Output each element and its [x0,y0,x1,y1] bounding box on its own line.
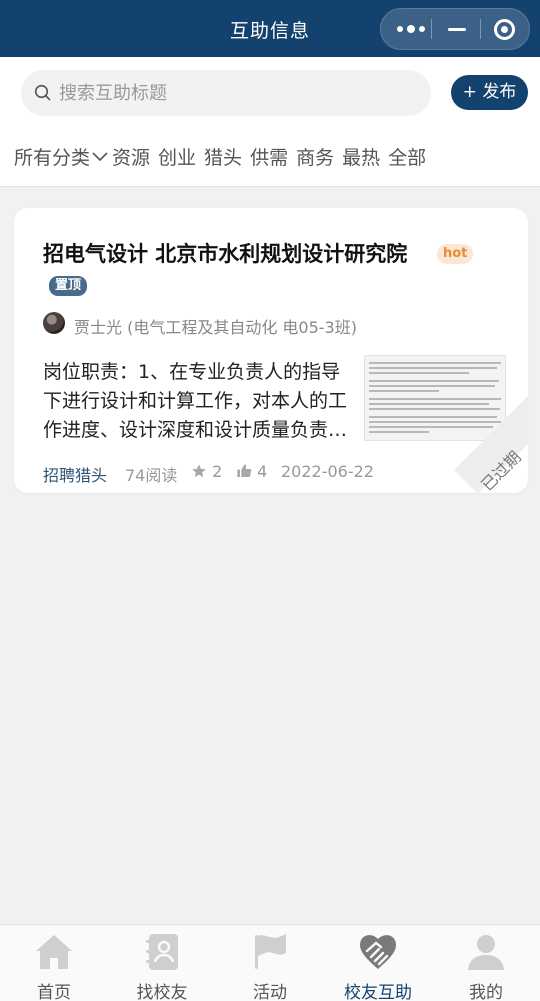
post-category[interactable]: 招聘猎头 [43,462,107,486]
tab-home[interactable]: 首页 [0,925,108,1001]
star-count: 2 [212,462,223,481]
tab-label: 首页 [37,983,71,1001]
post-description: 岗位职责：1、在专业负责人的指导下进行设计和计算工作，对本人的工作进度、设计深度… [43,358,359,442]
category-dropdown[interactable]: 所有分类 [14,143,108,170]
search-header: + 发布 所有分类资源创业猎头供需商务最热全部 [0,57,540,187]
tab-find-alumni[interactable]: 找校友 [108,925,216,1001]
avatar [43,312,65,334]
close-target-icon[interactable] [480,9,530,49]
home-icon [36,935,72,969]
post-card[interactable]: 招电气设计 北京市水利规划设计研究院 hot 置顶 贾士光 (电气工程及其自动化… [14,208,528,493]
flag-icon [255,934,286,969]
tab-me[interactable]: 我的 [432,925,540,1001]
tab-label: 校友互助 [344,983,412,1001]
category-tab[interactable]: 商务 [296,143,334,170]
chevron-down-icon [92,151,108,161]
search-icon [34,84,51,101]
category-tab[interactable]: 猎头 [204,143,242,170]
author-name: 贾士光 (电气工程及其自动化 电05-3班) [74,318,357,337]
bottom-tab-bar: 首页 找校友 活动 校友互助 我的 [0,924,540,1001]
category-tab[interactable]: 创业 [158,143,196,170]
tab-activities[interactable]: 活动 [216,925,324,1001]
category-dropdown-label: 所有分类 [14,147,91,169]
like-count-wrap: 4 [236,462,267,481]
read-count: 74阅读 [125,466,178,485]
title-bar: 互助信息 [0,0,540,57]
category-tab[interactable]: 供需 [250,143,288,170]
search-bar[interactable] [21,70,431,116]
category-filter: 所有分类 资源 创业 猎头 供需 商务 最热 全部 [14,143,434,173]
search-input[interactable] [59,70,419,116]
star-count-wrap: 2 [191,462,222,481]
category-tab[interactable]: 最热 [342,143,380,170]
tab-alumni-help[interactable]: 校友互助 [324,925,432,1001]
more-icon[interactable] [385,9,435,49]
like-count: 4 [257,462,268,481]
post-title: 招电气设计 北京市水利规划设计研究院 [43,242,408,266]
expired-ribbon: 已过期 [454,363,528,493]
handshake-icon [360,935,396,969]
thumbs-up-icon [237,464,252,477]
contacts-icon [146,934,178,970]
user-icon [468,935,504,970]
star-icon [192,464,206,478]
category-tab[interactable]: 资源 [112,143,150,170]
tab-label: 我的 [469,983,503,1001]
post-description-text: 岗位职责：1、在专业负责人的指导下进行设计和计算工作，对本人的工作进度、设计深度… [43,361,348,441]
publish-button[interactable]: + 发布 [451,75,528,110]
post-date: 2022-06-22 [281,462,374,481]
minimize-icon[interactable] [433,9,483,49]
tab-label: 找校友 [136,983,188,1001]
hot-badge: hot [437,244,474,264]
pinned-badge: 置顶 [49,276,88,296]
miniprogram-capsule [380,8,530,50]
tab-label: 活动 [253,983,287,1001]
post-thumbnail [364,355,506,441]
category-tab[interactable]: 全部 [388,143,426,170]
